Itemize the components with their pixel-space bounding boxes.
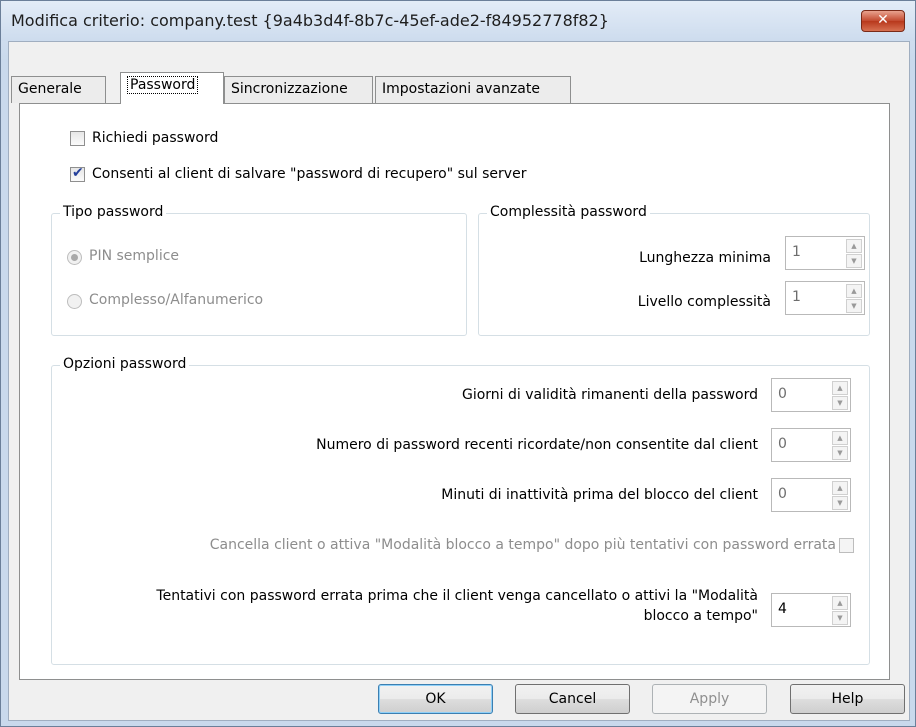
simple-pin-radio[interactable] — [67, 250, 82, 265]
spin-down-icon[interactable]: ▼ — [832, 611, 848, 625]
spin-down-icon[interactable]: ▼ — [846, 254, 862, 268]
recent-passwords-label: Numero di password recenti ricordate/non… — [316, 437, 758, 453]
close-button[interactable]: ✕ — [861, 10, 905, 32]
recent-passwords-spinner[interactable]: 0 ▲ ▼ — [771, 428, 851, 462]
complex-radio[interactable] — [67, 294, 82, 309]
spin-up-icon[interactable]: ▲ — [832, 481, 848, 495]
window-title: Modifica criterio: company.test {9a4b3d4… — [11, 11, 609, 30]
min-length-label: Lunghezza minima — [639, 250, 771, 266]
inactivity-minutes-label: Minuti di inattività prima del blocco de… — [441, 487, 758, 503]
complexity-level-spinner[interactable]: 1 ▲ ▼ — [785, 281, 865, 315]
complex-label: Complesso/Alfanumerico — [89, 292, 264, 308]
simple-pin-label: PIN semplice — [89, 248, 180, 264]
title-bar: Modifica criterio: company.test {9a4b3d4… — [1, 1, 915, 41]
policy-dialog: Modifica criterio: company.test {9a4b3d4… — [0, 0, 916, 727]
spin-down-icon[interactable]: ▼ — [832, 496, 848, 510]
ok-button[interactable]: OK — [378, 684, 493, 714]
complexity-level-label: Livello complessità — [637, 294, 771, 310]
require-password-checkbox[interactable] — [70, 131, 85, 146]
tab-generale[interactable]: Generale — [11, 76, 106, 103]
password-options-group: Opzioni password Giorni di validità rima… — [51, 356, 870, 665]
cancel-button[interactable]: Cancel — [515, 684, 630, 714]
days-valid-label: Giorni di validità rimanenti della passw… — [461, 387, 758, 403]
password-options-title: Opzioni password — [60, 356, 190, 372]
allow-recovery-checkbox[interactable] — [70, 165, 85, 182]
spin-down-icon[interactable]: ▼ — [846, 299, 862, 313]
spin-up-icon[interactable]: ▲ — [846, 239, 862, 253]
spin-up-icon[interactable]: ▲ — [832, 431, 848, 445]
spin-down-icon[interactable]: ▼ — [832, 396, 848, 410]
tab-impostazioni-avanzate[interactable]: Impostazioni avanzate — [375, 76, 571, 103]
password-type-group: Tipo password PIN semplice Complesso/Alf… — [51, 204, 467, 336]
allow-recovery-label: Consenti al client di salvare "password … — [92, 166, 527, 182]
tab-password[interactable]: Password — [120, 72, 224, 104]
min-length-spinner[interactable]: 1 ▲ ▼ — [785, 236, 865, 270]
spin-up-icon[interactable]: ▲ — [846, 284, 862, 298]
apply-button[interactable]: Apply — [652, 684, 767, 714]
require-password-label: Richiedi password — [92, 130, 219, 146]
tab-sincronizzazione[interactable]: Sincronizzazione — [224, 76, 373, 103]
spin-up-icon[interactable]: ▲ — [832, 381, 848, 395]
days-valid-spinner[interactable]: 0 ▲ ▼ — [771, 378, 851, 412]
password-complexity-group: Complessità password Lunghezza minima 1 … — [478, 204, 870, 336]
password-tab-page: Richiedi password Consenti al client di … — [19, 103, 890, 680]
password-complexity-title: Complessità password — [487, 204, 650, 220]
wrong-attempts-spinner[interactable]: 4 ▲ ▼ — [771, 593, 851, 627]
dialog-client-area: Generale Password Sincronizzazione Impos… — [8, 41, 910, 721]
password-type-title: Tipo password — [60, 204, 167, 220]
wrong-attempts-label-line1: Tentativi con password errata prima che … — [156, 588, 758, 604]
spin-down-icon[interactable]: ▼ — [832, 446, 848, 460]
inactivity-minutes-spinner[interactable]: 0 ▲ ▼ — [771, 478, 851, 512]
wipe-client-checkbox[interactable] — [839, 538, 854, 553]
help-button[interactable]: Help — [790, 684, 905, 714]
wipe-client-label: Cancella client o attiva "Modalità blocc… — [209, 537, 836, 553]
spin-up-icon[interactable]: ▲ — [832, 596, 848, 610]
wrong-attempts-label-line2: blocco a tempo" — [643, 608, 758, 624]
